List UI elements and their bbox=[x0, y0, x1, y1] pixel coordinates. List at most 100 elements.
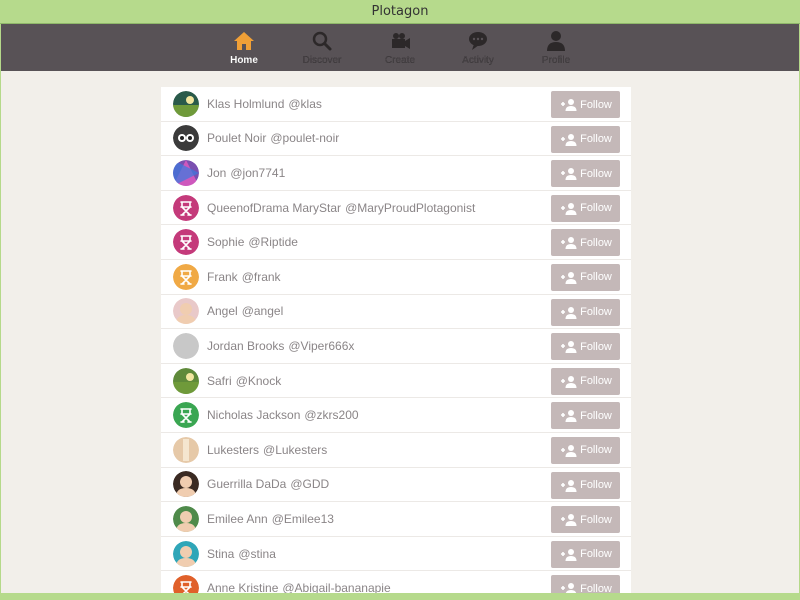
list-item[interactable]: Frank @frank Follow bbox=[161, 260, 631, 295]
avatar[interactable] bbox=[173, 125, 199, 152]
list-item[interactable]: Poulet Noir @poulet-noir Follow bbox=[161, 122, 631, 157]
nav-discover-label: Discover bbox=[302, 55, 342, 66]
avatar[interactable] bbox=[173, 436, 199, 463]
follow-button[interactable]: Follow bbox=[551, 471, 620, 499]
home-icon bbox=[234, 32, 254, 50]
user-display-name[interactable]: QueenofDrama MaryStar bbox=[207, 201, 341, 215]
nav-create-label: Create bbox=[384, 55, 415, 66]
avatar[interactable] bbox=[173, 298, 199, 325]
nav-home[interactable]: Home bbox=[205, 24, 283, 71]
user-name-line: Stina @stina bbox=[207, 547, 276, 561]
list-item[interactable]: Anne Kristine @Abigail-bananapie Follow bbox=[161, 571, 631, 593]
user-handle[interactable]: @poulet-noir bbox=[270, 131, 339, 145]
user-handle[interactable]: @angel bbox=[242, 304, 284, 318]
user-display-name[interactable]: Anne Kristine bbox=[207, 581, 278, 593]
person-icon bbox=[547, 31, 565, 51]
nav-home-label: Home bbox=[230, 55, 258, 66]
list-item[interactable]: QueenofDrama MaryStar @MaryProudPlotagoni… bbox=[161, 191, 631, 226]
director-chair-icon[interactable] bbox=[173, 194, 199, 221]
follow-button-label: Follow bbox=[580, 444, 612, 457]
avatar[interactable] bbox=[173, 471, 199, 498]
user-handle[interactable]: @stina bbox=[238, 547, 276, 561]
user-name-line: Anne Kristine @Abigail-bananapie bbox=[207, 581, 391, 593]
director-chair-icon[interactable] bbox=[173, 229, 199, 256]
follow-button[interactable]: Follow bbox=[551, 333, 620, 361]
user-display-name[interactable]: Stina bbox=[207, 547, 234, 561]
follow-button[interactable]: Follow bbox=[551, 91, 620, 118]
follow-button[interactable]: Follow bbox=[551, 367, 620, 395]
nav-create[interactable]: Create bbox=[361, 24, 439, 71]
avatar[interactable] bbox=[173, 90, 199, 117]
avatar[interactable] bbox=[173, 159, 199, 186]
user-display-name[interactable]: Angel bbox=[207, 304, 238, 318]
user-display-name[interactable]: Jordan Brooks bbox=[207, 339, 284, 353]
director-chair-icon[interactable] bbox=[173, 575, 199, 593]
nav-activity[interactable]: Activity bbox=[439, 24, 517, 71]
user-display-name[interactable]: Sophie bbox=[207, 235, 244, 249]
user-name-line: Jordan Brooks @Viper666x bbox=[207, 339, 354, 353]
follow-button[interactable]: Follow bbox=[551, 575, 620, 593]
list-item[interactable]: Lukesters @Lukesters Follow bbox=[161, 433, 631, 468]
user-handle[interactable]: @Abigail-bananapie bbox=[282, 581, 390, 593]
user-handle[interactable]: @Lukesters bbox=[263, 443, 327, 457]
follow-button[interactable]: Follow bbox=[551, 160, 620, 188]
list-item[interactable]: Angel @angel Follow bbox=[161, 295, 631, 330]
list-item[interactable]: Jordan Brooks @Viper666x Follow bbox=[161, 329, 631, 364]
follow-button[interactable]: Follow bbox=[551, 229, 620, 257]
add-user-icon bbox=[561, 133, 577, 146]
follow-button[interactable]: Follow bbox=[551, 402, 620, 430]
user-handle[interactable]: @MaryProudPlotagonist bbox=[345, 201, 475, 215]
follow-button-label: Follow bbox=[580, 409, 612, 422]
user-display-name[interactable]: Lukesters bbox=[207, 443, 259, 457]
follow-button[interactable]: Follow bbox=[551, 263, 620, 291]
list-item[interactable]: Emilee Ann @Emilee13 Follow bbox=[161, 502, 631, 537]
user-handle[interactable]: @Emilee13 bbox=[272, 512, 334, 526]
nav-discover[interactable]: Discover bbox=[283, 24, 361, 71]
user-handle[interactable]: @Riptide bbox=[248, 235, 298, 249]
user-handle[interactable]: @jon7741 bbox=[230, 166, 285, 180]
list-item[interactable]: Sophie @Riptide Follow bbox=[161, 225, 631, 260]
user-handle[interactable]: @GDD bbox=[290, 477, 329, 491]
follow-button[interactable]: Follow bbox=[551, 298, 620, 326]
user-handle[interactable]: @zkrs200 bbox=[304, 408, 358, 422]
avatar[interactable] bbox=[173, 367, 199, 394]
nav-profile[interactable]: Profile bbox=[517, 24, 595, 71]
add-user-icon bbox=[561, 271, 577, 284]
add-user-icon bbox=[561, 237, 577, 250]
user-handle[interactable]: @Knock bbox=[236, 374, 282, 388]
search-icon bbox=[312, 31, 332, 51]
follow-button[interactable]: Follow bbox=[551, 540, 620, 568]
user-display-name[interactable]: Poulet Noir bbox=[207, 131, 266, 145]
director-chair-icon[interactable] bbox=[173, 402, 199, 429]
user-display-name[interactable]: Emilee Ann bbox=[207, 512, 268, 526]
director-chair-icon[interactable] bbox=[173, 263, 199, 290]
add-user-icon bbox=[561, 444, 577, 457]
user-handle[interactable]: @frank bbox=[242, 270, 281, 284]
user-handle[interactable]: @Viper666x bbox=[288, 339, 354, 353]
user-name-line: Lukesters @Lukesters bbox=[207, 443, 327, 457]
user-display-name[interactable]: Klas Holmlund bbox=[207, 97, 284, 111]
list-item[interactable]: Safri @Knock Follow bbox=[161, 364, 631, 399]
user-display-name[interactable]: Nicholas Jackson bbox=[207, 408, 300, 422]
avatar[interactable] bbox=[173, 505, 199, 532]
list-item[interactable]: Klas Holmlund @klas Follow bbox=[161, 87, 631, 122]
list-item[interactable]: Jon @jon7741 Follow bbox=[161, 156, 631, 191]
user-display-name[interactable]: Jon bbox=[207, 166, 226, 180]
user-suggestion-list: Klas Holmlund @klas Follow Poulet Noir @poul… bbox=[161, 87, 631, 593]
follow-button[interactable]: Follow bbox=[551, 125, 620, 153]
follow-button[interactable]: Follow bbox=[551, 506, 620, 534]
follow-button[interactable]: Follow bbox=[551, 194, 620, 222]
main-content[interactable]: Klas Holmlund @klas Follow Poulet Noir @poul… bbox=[1, 71, 799, 593]
avatar[interactable] bbox=[173, 540, 199, 567]
user-display-name[interactable]: Guerrilla DaDa bbox=[207, 477, 286, 491]
list-item[interactable]: Stina @stina Follow bbox=[161, 537, 631, 572]
user-display-name[interactable]: Safri bbox=[207, 374, 232, 388]
list-item[interactable]: Nicholas Jackson @zkrs200 Follow bbox=[161, 398, 631, 433]
avatar[interactable] bbox=[173, 332, 199, 359]
user-display-name[interactable]: Frank bbox=[207, 270, 238, 284]
list-item[interactable]: Guerrilla DaDa @GDD Follow bbox=[161, 468, 631, 503]
follow-button-label: Follow bbox=[580, 513, 612, 526]
user-handle[interactable]: @klas bbox=[288, 97, 322, 111]
add-user-icon bbox=[561, 168, 577, 181]
follow-button[interactable]: Follow bbox=[551, 436, 620, 464]
